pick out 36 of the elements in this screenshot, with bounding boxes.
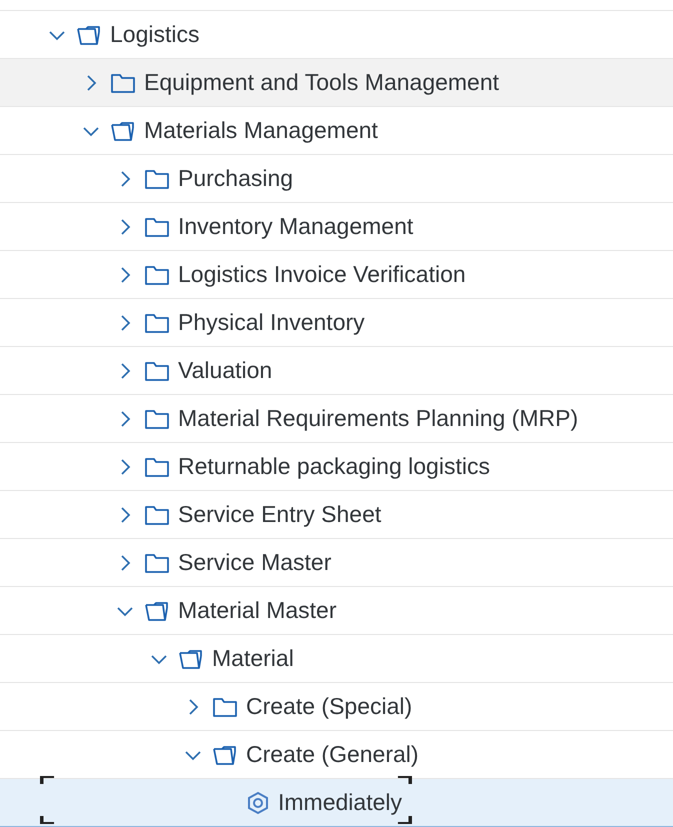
node-label: Inventory Management (178, 213, 414, 240)
node-label: Purchasing (178, 165, 294, 192)
folder-icon (144, 360, 170, 382)
folder-icon (144, 552, 170, 574)
node-label: Material Master (178, 597, 336, 624)
node-label: Physical Inventory (178, 309, 365, 336)
folder-icon (144, 504, 170, 526)
node-label: Returnable packaging logistics (178, 453, 490, 480)
folder-icon (144, 312, 170, 334)
open-folder-icon (178, 648, 204, 670)
node-label: Equipment and Tools Management (144, 69, 500, 96)
folder-icon (212, 696, 238, 718)
node-label: Material Requirements Planning (MRP) (178, 405, 578, 432)
folder-icon (110, 72, 136, 94)
node-label: Create (Special) (246, 693, 412, 720)
tree-row[interactable]: Immediately (0, 778, 673, 827)
node-label: Create (General) (246, 741, 419, 768)
open-folder-icon (110, 120, 136, 142)
hexagon-icon (246, 790, 270, 814)
node-label: Immediately (278, 789, 402, 816)
node-label: Materials Management (144, 117, 378, 144)
folder-icon (144, 456, 170, 478)
folder-icon (144, 216, 170, 238)
folder-icon (144, 408, 170, 430)
node-label: Service Master (178, 549, 332, 576)
node-label: Logistics (110, 21, 200, 48)
open-folder-icon (144, 600, 170, 622)
node-label: Material (212, 645, 294, 672)
open-folder-icon (76, 24, 102, 46)
tree-row[interactable]: Equipment and Tools Management (0, 58, 673, 106)
folder-icon (144, 264, 170, 286)
folder-icon (144, 168, 170, 190)
node-label: Logistics Invoice Verification (178, 261, 466, 288)
open-folder-icon (212, 744, 238, 766)
node-label: Service Entry Sheet (178, 501, 382, 528)
node-label: Valuation (178, 357, 272, 384)
